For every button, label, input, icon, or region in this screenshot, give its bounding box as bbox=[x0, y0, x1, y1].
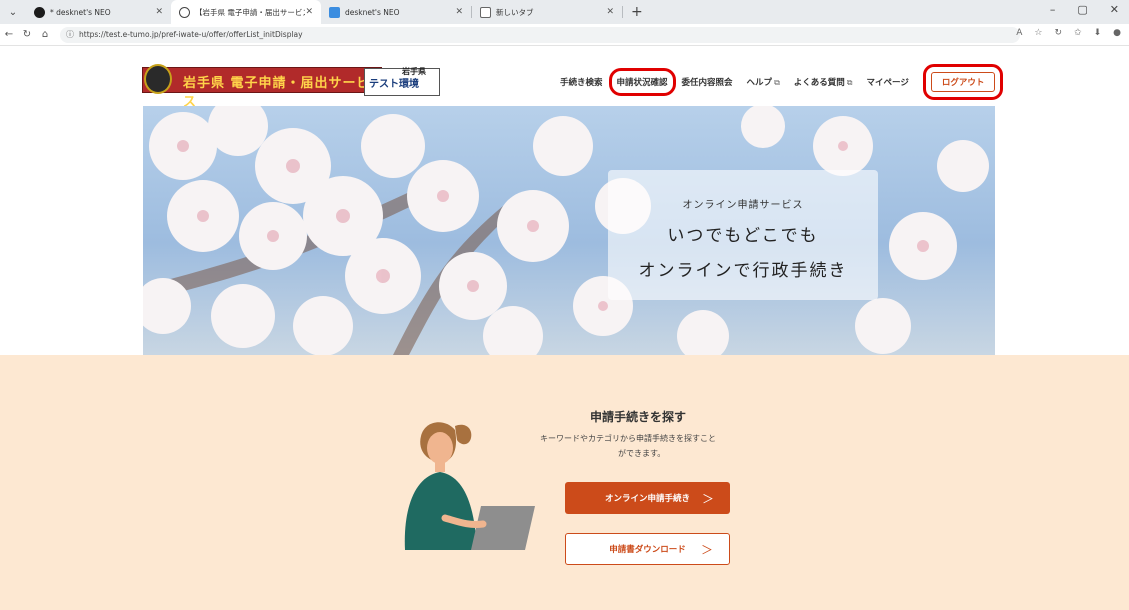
section-description-line2: ができます。 bbox=[618, 449, 666, 458]
mascot-icon bbox=[144, 64, 172, 94]
read-aloud-icon[interactable]: A bbox=[1016, 28, 1022, 38]
tab-label: 新しいタブ bbox=[496, 7, 534, 17]
new-tab-button[interactable]: + bbox=[631, 4, 643, 20]
url-text: https://test.e-tumo.jp/pref-iwate-u/offe… bbox=[79, 30, 303, 39]
extensions-icon[interactable]: ⬇ bbox=[1094, 28, 1102, 38]
tab-label: 【岩手県 電子申請・届出サービス (テ bbox=[195, 7, 305, 17]
logout-button[interactable]: ログアウト bbox=[922, 64, 1004, 100]
nav-label: マイページ bbox=[866, 78, 909, 88]
nav-label: よくある質問 bbox=[793, 78, 845, 88]
logo-banner: 岩手県 電子申請・届出サービス bbox=[142, 67, 382, 110]
procedure-search-section: 申請手続きを探す キーワードやカテゴリから申請手続きを探すこと ができます。 オ… bbox=[0, 355, 1129, 610]
site-info-icon[interactable]: ⓘ bbox=[66, 29, 74, 40]
test-environment-label: テスト環境 bbox=[369, 79, 419, 90]
form-download-button[interactable]: 申請書ダウンロード ＞ bbox=[565, 533, 730, 565]
browser-address-bar: ← ↻ ⌂ ⓘ https://test.e-tumo.jp/pref-iwat… bbox=[0, 24, 1129, 46]
global-navigation: 手続き検索 申請状況確認 委任内容照会 ヘルプ ⧉ よくある質問 ⧉ マイページ ロ… bbox=[560, 64, 1004, 100]
online-application-button[interactable]: オンライン申請手続き ＞ bbox=[565, 482, 730, 514]
site-logo[interactable]: 岩手県 電子申請・届出サービス テスト環境 岩手県 bbox=[142, 64, 442, 110]
nav-application-status[interactable]: 申請状況確認 bbox=[608, 68, 676, 96]
minimize-icon[interactable]: – bbox=[1050, 3, 1056, 16]
globe-favicon-icon bbox=[179, 6, 190, 18]
logo-prefecture-label: 岩手県 bbox=[402, 67, 426, 76]
button-label: オンライン申請手続き bbox=[604, 494, 690, 504]
nav-help[interactable]: ヘルプ ⧉ bbox=[747, 76, 780, 88]
browser-tab-bar: ⌄ * desknet's NEO ✕ 【岩手県 電子申請・届出サービス (テ … bbox=[0, 0, 1129, 24]
favorite-star-icon[interactable]: ☆ bbox=[1034, 28, 1042, 38]
refresh-page-icon[interactable]: ↻ bbox=[1055, 28, 1063, 38]
nav-faq[interactable]: よくある質問 ⧉ bbox=[794, 76, 853, 88]
chevron-right-icon: ＞ bbox=[701, 491, 714, 506]
nav-label: 手続き検索 bbox=[560, 78, 603, 88]
nav-label: ヘルプ bbox=[746, 78, 773, 88]
site-header: 岩手県 電子申請・届出サービス テスト環境 岩手県 手続き検索 申請状況確認 委… bbox=[0, 46, 1129, 110]
hero-title-line2: オンラインで行政手続き bbox=[638, 261, 848, 281]
hero-title-line1: いつでもどこでも bbox=[667, 226, 819, 246]
home-icon[interactable]: ⌂ bbox=[36, 29, 54, 40]
logo-title: 岩手県 電子申請・届出サービス bbox=[183, 76, 371, 110]
window-controls: – ▢ ✕ bbox=[1050, 3, 1119, 16]
desknets-favicon-icon bbox=[34, 6, 45, 18]
new-tab-page-icon bbox=[480, 6, 491, 18]
hero-banner: オンライン申請サービス いつでもどこでも オンラインで行政手続き bbox=[143, 106, 995, 355]
close-tab-icon[interactable]: ✕ bbox=[305, 7, 313, 17]
desknets-favicon-icon bbox=[329, 6, 340, 18]
close-window-icon[interactable]: ✕ bbox=[1110, 3, 1119, 16]
browser-tab-3[interactable]: desknet's NEO ✕ bbox=[321, 0, 471, 24]
person-with-laptop-illustration bbox=[404, 422, 535, 550]
nav-delegation-inquiry[interactable]: 委任内容照会 bbox=[682, 76, 733, 88]
section-title: 申請手続きを探す bbox=[590, 410, 687, 424]
close-tab-icon[interactable]: ✕ bbox=[455, 7, 463, 17]
chevron-right-icon: ＞ bbox=[700, 542, 713, 557]
button-label: 申請書ダウンロード bbox=[609, 545, 686, 555]
hero-message-card: オンライン申請サービス いつでもどこでも オンラインで行政手続き bbox=[608, 170, 878, 300]
refresh-icon[interactable]: ↻ bbox=[18, 29, 36, 40]
close-tab-icon[interactable]: ✕ bbox=[155, 7, 163, 17]
toolbar-icons: A ☆ ↻ ✩ ⬇ ● bbox=[1016, 28, 1121, 38]
tab-separator bbox=[622, 6, 623, 18]
nav-label: 申請状況確認 bbox=[616, 78, 668, 88]
back-icon[interactable]: ← bbox=[0, 29, 18, 40]
nav-mypage[interactable]: マイページ bbox=[867, 76, 909, 88]
favorites-icon[interactable]: ✩ bbox=[1074, 28, 1082, 38]
hero-subtitle: オンライン申請サービス bbox=[682, 200, 804, 211]
tab-label: desknet's NEO bbox=[345, 7, 400, 17]
profile-avatar-icon[interactable]: ● bbox=[1113, 28, 1121, 38]
browser-tab-1[interactable]: * desknet's NEO ✕ bbox=[26, 0, 171, 24]
browser-tab-2-active[interactable]: 【岩手県 電子申請・届出サービス (テ ✕ bbox=[171, 0, 321, 24]
close-tab-icon[interactable]: ✕ bbox=[606, 7, 614, 17]
external-link-icon: ⧉ bbox=[774, 78, 780, 87]
section-description-line1: キーワードやカテゴリから申請手続きを探すこと bbox=[540, 434, 716, 443]
nav-procedure-search[interactable]: 手続き検索 bbox=[560, 76, 603, 88]
nav-label: 委任内容照会 bbox=[681, 78, 733, 88]
external-link-icon: ⧉ bbox=[846, 78, 853, 87]
tab-actions-chevron-icon[interactable]: ⌄ bbox=[0, 7, 26, 18]
url-field[interactable]: ⓘ https://test.e-tumo.jp/pref-iwate-u/of… bbox=[60, 26, 1020, 43]
restore-icon[interactable]: ▢ bbox=[1077, 3, 1087, 16]
browser-tab-4[interactable]: 新しいタブ ✕ bbox=[472, 0, 622, 24]
tab-label: * desknet's NEO bbox=[50, 7, 111, 17]
